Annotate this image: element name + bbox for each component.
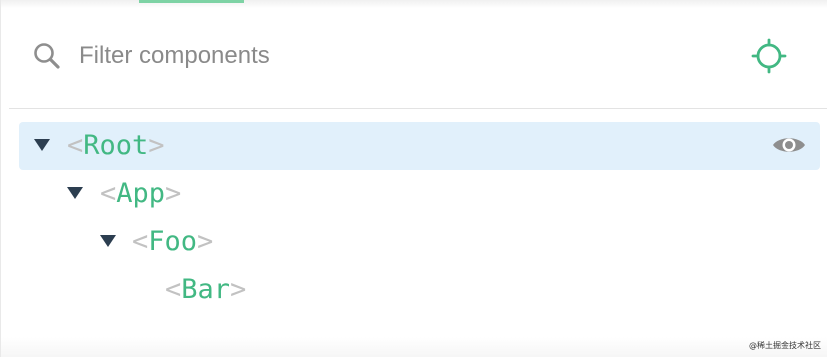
close-bracket: > — [197, 226, 214, 257]
bottom-shadow — [1, 337, 827, 357]
component-name: Bar — [181, 274, 231, 305]
eye-icon[interactable] — [772, 134, 806, 156]
filter-components-input[interactable] — [79, 36, 679, 76]
tree-row-root[interactable]: <Root> — [19, 122, 820, 170]
divider — [9, 108, 827, 109]
close-bracket: > — [165, 178, 182, 209]
tree-row-app[interactable]: <App> — [19, 170, 820, 218]
component-tag: <Bar> — [165, 273, 246, 307]
close-bracket: > — [148, 130, 165, 161]
top-shadow — [1, 0, 827, 8]
caret-down-icon[interactable] — [99, 234, 117, 248]
caret-down-icon[interactable] — [33, 138, 51, 152]
component-inspector-panel: <Root> <App> <Foo> <Bar> @稀土掘金技术社区 — [0, 0, 827, 357]
tree-row-foo[interactable]: <Foo> — [19, 218, 820, 266]
crosshair-icon[interactable] — [751, 38, 787, 74]
open-bracket: < — [165, 274, 182, 305]
open-bracket: < — [67, 130, 84, 161]
open-bracket: < — [132, 226, 149, 257]
component-tag: <Foo> — [132, 225, 213, 259]
component-name: Foo — [148, 226, 198, 257]
component-tree: <Root> <App> <Foo> <Bar> — [19, 122, 820, 314]
filter-bar — [9, 14, 827, 98]
open-bracket: < — [100, 178, 117, 209]
active-tab-indicator — [139, 0, 244, 3]
component-name: App — [116, 178, 166, 209]
search-icon — [34, 43, 60, 69]
tree-row-bar[interactable]: <Bar> — [19, 266, 820, 314]
close-bracket: > — [230, 274, 247, 305]
component-tag: <App> — [100, 177, 181, 211]
component-name: Root — [83, 130, 149, 161]
component-tag: <Root> — [67, 129, 165, 163]
caret-down-icon[interactable] — [66, 186, 84, 200]
watermark: @稀土掘金技术社区 — [749, 341, 821, 350]
